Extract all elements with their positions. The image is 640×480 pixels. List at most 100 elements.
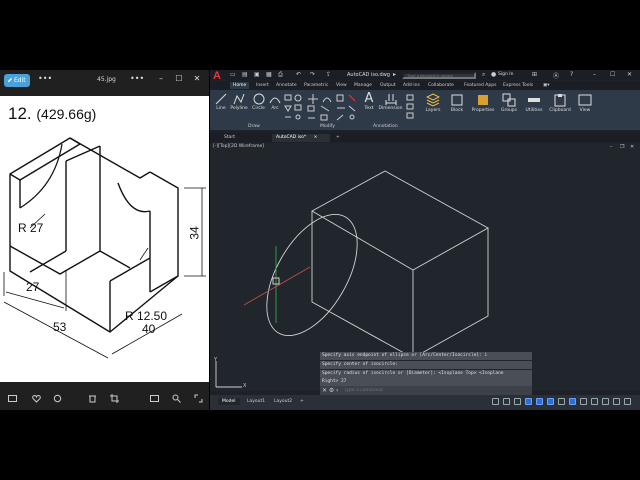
groups-button[interactable]: Groups (498, 93, 520, 113)
history-line: Right> 27 (320, 378, 532, 386)
add-layout-button[interactable]: + (296, 398, 308, 405)
draw-tools-icons[interactable] (284, 94, 304, 122)
part-edge (9, 174, 111, 333)
start-tab[interactable]: Start (220, 134, 239, 142)
command-close-icon[interactable]: ✕ ⚙ (322, 386, 334, 395)
properties-button[interactable]: Properties (470, 93, 496, 113)
binoculars-icon[interactable]: ⌕ (482, 71, 485, 79)
new-tab-button[interactable]: + (332, 134, 344, 142)
acad-filename: AutoCAD iso.dwg (347, 72, 390, 78)
model-tab[interactable]: Model (218, 398, 240, 405)
isodraft-icon[interactable] (547, 398, 554, 405)
snap-icon[interactable] (514, 398, 521, 405)
search-chevron-icon[interactable]: ▸ (393, 71, 396, 78)
dimension-button[interactable]: Dimension (377, 93, 404, 111)
tab-insert[interactable]: Insert (253, 82, 272, 89)
maximize-icon[interactable]: ☐ (173, 74, 185, 84)
tab-view[interactable]: View (333, 82, 350, 89)
open-file-icon[interactable]: ▤ (242, 71, 248, 78)
grid-icon[interactable] (503, 398, 510, 405)
tab-annotate[interactable]: Annotate (273, 82, 300, 89)
file-tab-close-icon[interactable]: × (314, 135, 318, 140)
box-left-face (311, 211, 414, 359)
dim-34: 34 (187, 226, 202, 240)
osnap-icon[interactable] (569, 398, 576, 405)
polar-icon[interactable] (536, 398, 543, 405)
tab-collaborate[interactable]: Collaborate (425, 82, 457, 89)
share-icon[interactable]: ⇪ (326, 71, 331, 78)
arc-button[interactable]: Arc (268, 93, 282, 111)
see-more-icon[interactable]: ••• (130, 74, 144, 84)
user-icon[interactable]: ● (491, 71, 496, 78)
line-button[interactable]: Line (213, 93, 229, 111)
save-icon[interactable]: ▣ (254, 71, 260, 78)
dimension-icon (385, 94, 396, 105)
acad-minimize-icon[interactable]: – (593, 71, 596, 78)
help-icon[interactable]: ? (570, 71, 573, 78)
tab-express-tools[interactable]: Express Tools (500, 82, 536, 89)
close-icon[interactable]: ✕ (191, 74, 203, 84)
image-viewer-window: Edit ••• 45.jpg ••• – ☐ ✕ 12. (429.66g) (0, 70, 209, 410)
rotate-icon[interactable] (53, 394, 62, 403)
block-button[interactable]: Block (447, 93, 467, 113)
file-tab[interactable]: AutoCAD iso* × (272, 134, 330, 142)
annotation-scale-icon[interactable] (580, 398, 587, 405)
undo-icon[interactable]: ↶ (296, 71, 301, 78)
clipboard-button[interactable]: Clipboard (547, 93, 573, 113)
customize-icon[interactable] (624, 398, 631, 405)
dim-27: 27 (26, 280, 40, 294)
view-button[interactable]: View (577, 93, 593, 113)
more-options-icon[interactable]: ••• (38, 74, 52, 84)
picture-icon[interactable] (8, 394, 17, 403)
edit-button[interactable]: Edit (4, 74, 30, 87)
tab-featured-apps[interactable]: Featured Apps (461, 82, 499, 89)
tab-manage[interactable]: Manage (351, 82, 375, 89)
osnap-tracking-icon[interactable] (558, 398, 565, 405)
tab-home[interactable]: Home (230, 82, 250, 89)
modify-panel-label[interactable]: Modify (320, 124, 335, 129)
draw-panel-label[interactable]: Draw (248, 124, 260, 129)
new-file-icon[interactable]: ▭ (230, 71, 236, 78)
layout1-tab[interactable]: Layout1 (243, 398, 269, 405)
modify-tools-icons[interactable] (307, 94, 359, 122)
line-label: Line (216, 106, 226, 111)
command-input[interactable] (342, 387, 528, 394)
fullscreen-icon[interactable] (194, 394, 203, 403)
polyline-button[interactable]: Polyline (229, 93, 249, 111)
isolate-icon[interactable] (613, 398, 620, 405)
heart-icon[interactable] (32, 394, 41, 403)
circle-button[interactable]: Circle (250, 93, 267, 111)
drawing-image: 12. (429.66g) R 27 R 12.50 27 53 40 34 (0, 96, 209, 382)
delete-icon[interactable] (88, 394, 97, 403)
ribbon-toggle-icon[interactable]: ▣▾ (540, 82, 553, 89)
zoom-icon[interactable] (172, 394, 181, 403)
ortho-icon[interactable] (525, 398, 532, 405)
sign-in-link[interactable]: Sign In (498, 72, 513, 77)
redo-icon[interactable]: ↷ (310, 71, 315, 78)
layers-button[interactable]: Layers (422, 93, 444, 113)
model-space-icon[interactable] (492, 398, 499, 405)
slideshow-icon[interactable] (150, 394, 159, 403)
acad-close-icon[interactable]: ✕ (627, 71, 632, 78)
annotation-tools-icons[interactable] (406, 94, 414, 120)
tab-parametric[interactable]: Parametric (301, 82, 331, 89)
utilities-button[interactable]: Utilities (523, 93, 545, 113)
help-search-input[interactable] (402, 72, 476, 79)
autodesk-a-icon[interactable]: Ⓐ (553, 71, 559, 80)
crop-icon[interactable] (110, 394, 119, 403)
tab-add-ins[interactable]: Add-ins (400, 82, 423, 89)
workspace-icon[interactable] (591, 398, 598, 405)
text-button[interactable]: A Text (362, 92, 376, 111)
annotation-panel-label[interactable]: Annotation (373, 124, 398, 129)
save-as-icon[interactable]: ▦ (266, 71, 272, 78)
viewer-titlebar: Edit ••• 45.jpg ••• – ☐ ✕ (0, 70, 209, 90)
minimize-icon[interactable]: – (155, 74, 167, 84)
plot-icon[interactable]: ⎙ (278, 71, 283, 79)
layout2-tab[interactable]: Layout2 (270, 398, 296, 405)
dim-53: 53 (53, 320, 67, 334)
acad-maximize-icon[interactable]: ☐ (610, 71, 615, 78)
command-history: Specify axis endpoint of ellipse or [Arc… (320, 352, 532, 387)
cart-icon[interactable]: ⊞ (532, 71, 537, 78)
units-icon[interactable] (602, 398, 609, 405)
tab-output[interactable]: Output (377, 82, 399, 89)
